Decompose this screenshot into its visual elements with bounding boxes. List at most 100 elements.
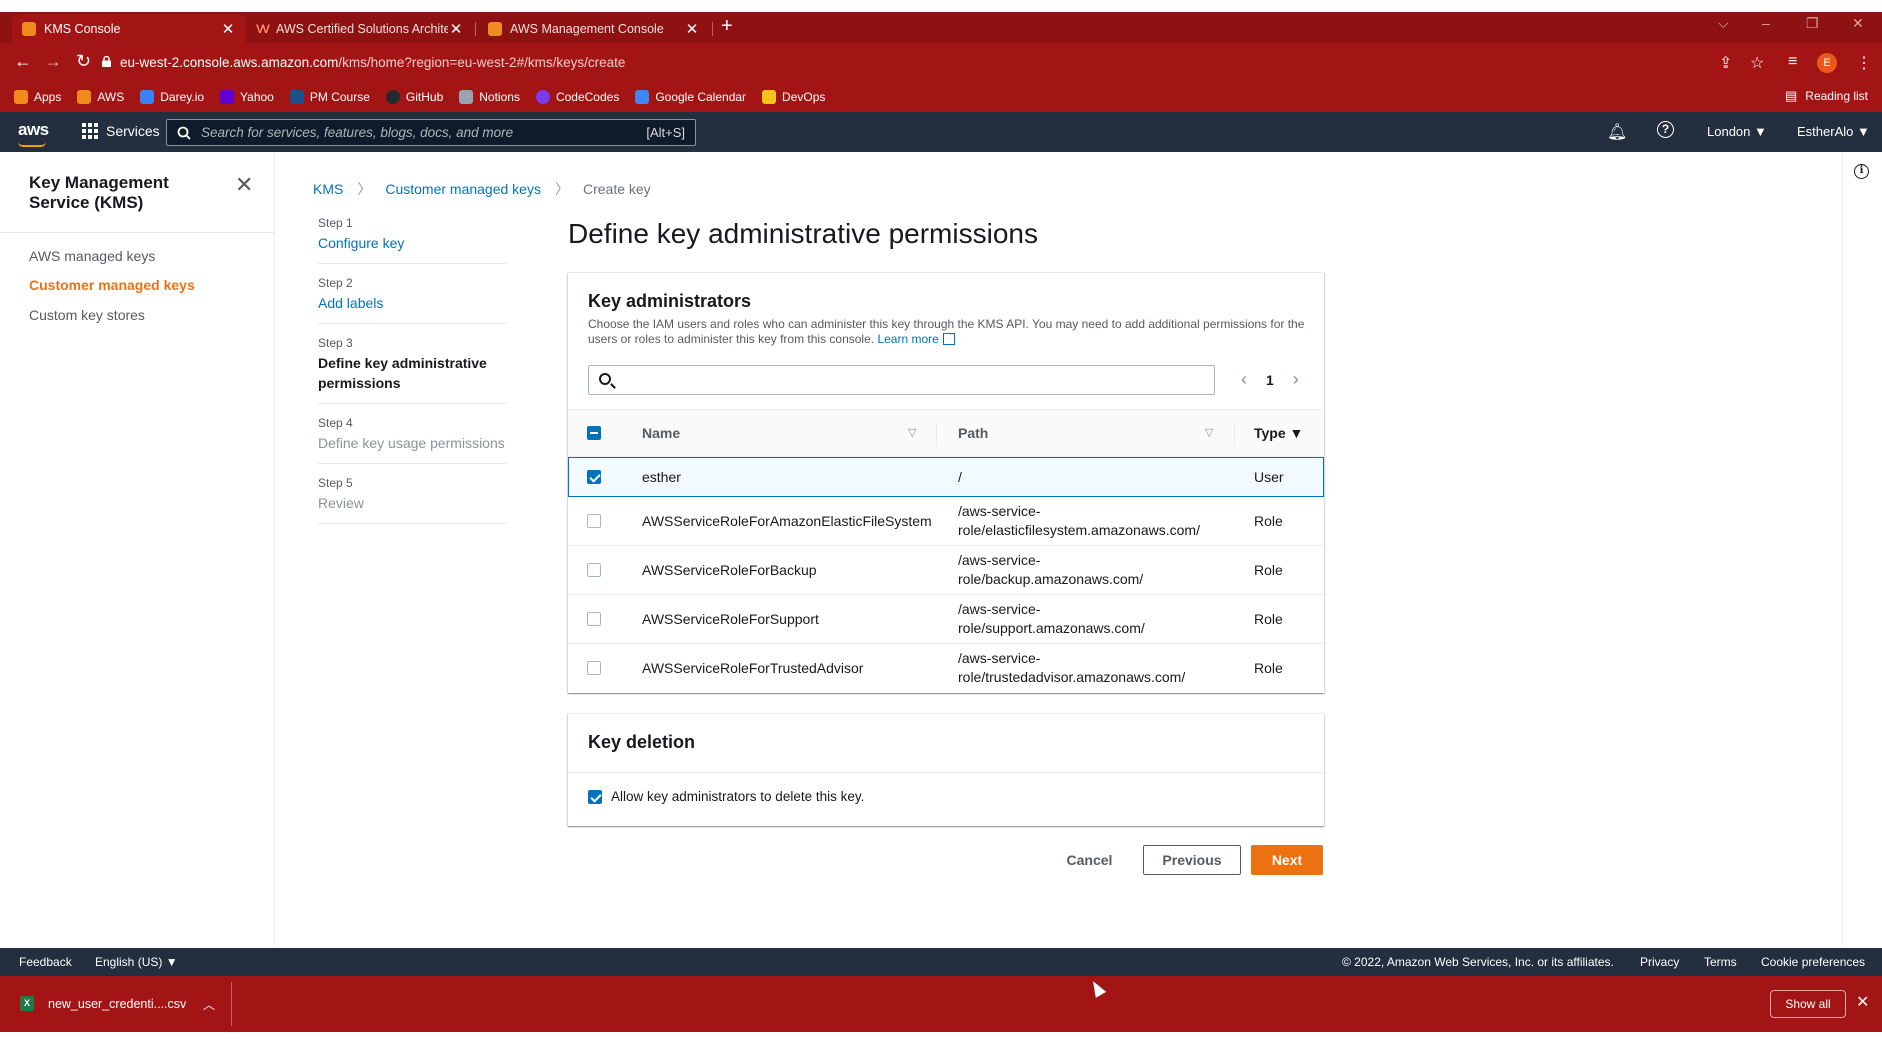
terms-link[interactable]: Terms <box>1704 955 1737 969</box>
aws-search-input[interactable]: Search for services, features, blogs, do… <box>166 119 696 146</box>
reload-icon[interactable]: ↻ <box>76 51 91 72</box>
table-row[interactable]: AWSServiceRoleForSupport /aws-service-ro… <box>568 595 1324 644</box>
chevron-up-icon[interactable]: ︿ <box>203 996 215 1013</box>
step-number: Step 3 <box>318 336 353 350</box>
tab-search-chevron-icon[interactable]: ⌵ <box>1718 15 1729 32</box>
step-link-add-labels[interactable]: Add labels <box>318 293 508 313</box>
bookmark-notions[interactable]: Notions <box>459 89 520 104</box>
breadcrumb-customer-managed-keys[interactable]: Customer managed keys <box>385 181 541 197</box>
row-checkbox[interactable] <box>587 612 601 626</box>
row-path: /aws-service-role/backup.amazonaws.com/ <box>958 552 1144 587</box>
reading-list[interactable]: ▤ Reading list <box>1785 88 1868 104</box>
privacy-link[interactable]: Privacy <box>1640 955 1679 969</box>
bookmark-github[interactable]: GitHub <box>385 89 443 104</box>
tab-close-icon[interactable]: ✕ <box>220 20 236 38</box>
info-icon[interactable]: i <box>1854 164 1869 179</box>
previous-button[interactable]: Previous <box>1143 845 1241 875</box>
bookmark-pm-course[interactable]: PM Course <box>289 89 370 104</box>
close-icon[interactable]: ✕ <box>1856 992 1869 1012</box>
step-number: Step 4 <box>318 416 353 430</box>
bookmark-star-icon[interactable]: ☆ <box>1750 53 1764 73</box>
page-number[interactable]: 1 <box>1266 372 1274 388</box>
sidebar-item-custom-key-stores[interactable]: Custom key stores <box>29 307 145 323</box>
media-queue-icon[interactable]: ≡ <box>1788 53 1797 71</box>
restore-icon[interactable]: ❐ <box>1806 15 1819 32</box>
services-menu[interactable]: Services <box>82 123 160 139</box>
key-deletion-panel: Key deletion Allow key administrators to… <box>568 713 1324 826</box>
back-arrow-icon[interactable]: ← <box>14 51 32 72</box>
panel-title: Key deletion <box>588 732 696 752</box>
tab-aws-management-console[interactable]: AWS Management Console ✕ <box>478 14 710 43</box>
learn-more-link[interactable]: Learn more <box>877 332 938 346</box>
table-row[interactable]: AWSServiceRoleForAmazonElasticFileSystem… <box>568 497 1324 546</box>
close-icon[interactable]: ✕ <box>235 172 253 198</box>
column-header-name[interactable]: Name <box>642 425 680 441</box>
sidebar-item-aws-managed-keys[interactable]: AWS managed keys <box>29 248 155 264</box>
chevron-right-icon[interactable]: › <box>1286 369 1306 390</box>
bookmark-aws[interactable]: AWS <box>77 89 124 104</box>
aws-logo-smile-icon <box>18 142 46 147</box>
language-selector[interactable]: English (US) ▼ <box>95 955 178 969</box>
table-row[interactable]: AWSServiceRoleForBackup /aws-service-rol… <box>568 546 1324 595</box>
show-all-button[interactable]: Show all <box>1770 990 1846 1018</box>
bookmark-apps[interactable]: Apps <box>14 89 61 104</box>
bookmarks-bar: Apps AWS Darey.io Yahoo PM Course GitHub… <box>0 81 1882 112</box>
bookmark-yahoo[interactable]: Yahoo <box>220 89 274 104</box>
breadcrumb-kms[interactable]: KMS <box>313 181 343 197</box>
browser-menu-icon[interactable]: ⋮ <box>1856 53 1872 73</box>
url-field[interactable]: eu-west-2.console.aws.amazon.com/kms/hom… <box>120 55 625 70</box>
table-row[interactable]: AWSServiceRoleForTrustedAdvisor /aws-ser… <box>568 644 1324 693</box>
table-search-input[interactable] <box>588 365 1215 395</box>
column-header-path[interactable]: Path <box>958 425 988 441</box>
share-icon[interactable]: ⇪ <box>1719 53 1732 73</box>
notifications-bell-icon[interactable]: 🔔︎ <box>1607 122 1627 142</box>
minimize-icon[interactable]: – <box>1762 15 1770 31</box>
sidebar-item-customer-managed-keys[interactable]: Customer managed keys <box>29 277 195 293</box>
window-bottom-strip <box>0 1032 1882 1044</box>
bookmark-darey[interactable]: Darey.io <box>140 89 204 104</box>
bookmark-devops[interactable]: DevOps <box>762 89 825 104</box>
step-link-configure-key[interactable]: Configure key <box>318 233 508 253</box>
cancel-button[interactable]: Cancel <box>1052 845 1127 875</box>
next-button[interactable]: Next <box>1251 845 1323 875</box>
step-number: Step 2 <box>318 276 353 290</box>
tab-close-icon[interactable]: ✕ <box>684 20 700 38</box>
help-icon[interactable]: ? <box>1657 121 1674 138</box>
bookmark-codecodes[interactable]: CodeCodes <box>535 89 619 104</box>
row-checkbox[interactable] <box>587 470 601 484</box>
column-header-type[interactable]: Type ▼ <box>1254 425 1303 441</box>
window-close-icon[interactable]: ✕ <box>1852 15 1864 32</box>
external-link-icon[interactable] <box>942 333 955 345</box>
download-filename[interactable]: new_user_credenti....csv <box>48 997 186 1011</box>
row-checkbox[interactable] <box>587 563 601 577</box>
url-path: /kms/home?region=eu-west-2#/kms/keys/cre… <box>338 55 626 70</box>
sort-icon[interactable]: ▽ <box>908 426 916 439</box>
select-all-checkbox[interactable] <box>587 426 601 440</box>
allow-deletion-label[interactable]: Allow key administrators to delete this … <box>611 789 864 804</box>
table-row[interactable]: esther / User <box>568 457 1324 497</box>
new-tab-plus-icon[interactable]: + <box>721 15 733 38</box>
profile-avatar[interactable]: E <box>1817 53 1837 73</box>
feedback-link[interactable]: Feedback <box>19 955 72 969</box>
row-type: Role <box>1254 513 1283 529</box>
panel-description: Choose the IAM users and roles who can a… <box>588 317 1308 347</box>
aws-logo[interactable]: aws <box>18 120 49 140</box>
cookie-preferences-link[interactable]: Cookie preferences <box>1761 955 1865 969</box>
account-menu[interactable]: EstherAlo ▼ <box>1797 124 1870 139</box>
sort-icon[interactable]: ▽ <box>1205 426 1213 439</box>
tab-aws-certified[interactable]: VV AWS Certified Solutions Architect ✕ <box>246 14 474 43</box>
chevron-left-icon[interactable]: ‹ <box>1234 369 1254 390</box>
row-checkbox[interactable] <box>587 514 601 528</box>
lock-icon[interactable] <box>102 56 111 67</box>
region-selector[interactable]: London ▼ <box>1707 124 1767 139</box>
row-checkbox[interactable] <box>587 661 601 675</box>
forward-arrow-icon[interactable]: → <box>44 51 62 72</box>
reading-list-icon: ▤ <box>1785 88 1798 103</box>
download-divider <box>231 982 232 1026</box>
allow-deletion-checkbox[interactable] <box>588 790 602 804</box>
tab-kms-console[interactable]: KMS Console ✕ <box>12 14 246 43</box>
bookmark-google-calendar[interactable]: Google Calendar <box>635 89 746 104</box>
tab-close-icon[interactable]: ✕ <box>448 20 464 38</box>
step-disabled-label: Review <box>318 495 364 511</box>
notions-icon <box>459 89 474 104</box>
